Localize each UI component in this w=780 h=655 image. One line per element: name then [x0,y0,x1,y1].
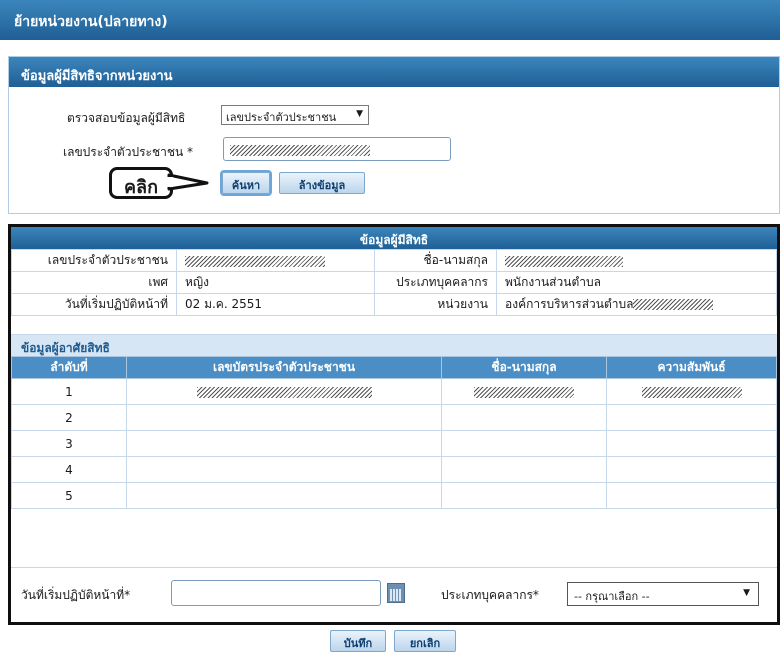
table-row: 3 [11,430,777,457]
unit-value: องค์การบริหารส่วนตำบล [496,293,777,316]
start-date-input[interactable] [171,580,381,606]
col-id: เลขบัตรประจำตัวประชาชน [126,356,442,379]
entitlement-info-table: เลขประจำตัวประชาชน ชื่อ-นามสกุล เพศ หญิง… [11,249,777,316]
callout-text: คลิก [124,177,158,198]
staff-type-value: -- กรุณาเลือก -- [574,590,650,603]
dependents-table: ลำดับที่ เลขบัตรประจำตัวประชาชน ชื่อ-นาม… [11,356,777,509]
citizen-id-input[interactable] [223,137,451,161]
start-key: วันที่เริ่มปฏิบัติหน้าที่ [11,293,177,316]
start-date-label: วันที่เริ่มปฏิบัติหน้าที่* [21,588,131,602]
row-number: 3 [11,430,127,457]
row-number: 4 [11,456,127,483]
id-label: เลขประจำตัวประชาชน * [63,145,194,159]
col-relation: ความสัมพันธ์ [606,356,777,379]
source-panel-heading: ข้อมูลผู้มีสิทธิจากหน่วยงาน [9,57,779,87]
col-name: ชื่อ-นามสกุล [441,356,607,379]
unit-key: หน่วยงาน [374,293,497,316]
save-button[interactable]: บันทึก [330,630,386,652]
check-type-value: เลขประจำตัวประชาชน [226,111,337,124]
type-value: พนักงานส่วนตำบล [496,271,777,294]
chevron-down-icon: ▼ [356,109,363,119]
unit-text: องค์การบริหารส่วนตำบล [505,297,634,311]
row-number: 1 [11,378,127,405]
start-value: 02 ม.ค. 2551 [176,293,375,316]
type-key: ประเภทบุคคลากร [374,271,497,294]
cancel-button[interactable]: ยกเลิก [394,630,456,652]
gender-key: เพศ [11,271,177,294]
table-row: 4 [11,456,777,483]
gender-value: หญิง [176,271,375,294]
table-row: 2 [11,404,777,431]
name-value [496,249,777,272]
staff-type-select[interactable]: -- กรุณาเลือก -- ▼ [567,582,759,606]
name-key: ชื่อ-นามสกุล [374,249,497,272]
table-row: 5 [11,482,777,509]
clear-button[interactable]: ล้างข้อมูล [279,172,365,194]
entitlement-panel: ข้อมูลผู้มีสิทธิ เลขประจำตัวประชาชน ชื่อ… [8,224,780,625]
source-panel: ข้อมูลผู้มีสิทธิจากหน่วยงาน ตรวจสอบข้อมู… [8,56,780,214]
dependents-heading: ข้อมูลผู้อาศัยสิทธิ [11,334,777,356]
page-title: ย้ายหน่วยงาน(ปลายทาง) [0,0,780,40]
row-number: 5 [11,482,127,509]
entitlement-heading: ข้อมูลผู้มีสิทธิ [11,227,777,249]
staff-type-label: ประเภทบุคคลากร* [441,588,539,602]
chevron-down-icon: ▼ [743,588,750,598]
callout-arrow-icon [167,173,209,191]
transfer-form-row: วันที่เริ่มปฏิบัติหน้าที่* ประเภทบุคคลาก… [11,567,777,619]
id-value [176,249,375,272]
check-label: ตรวจสอบข้อมูลผู้มีสิทธิ [67,111,186,125]
table-row: 1 [11,378,777,405]
search-button[interactable]: ค้นหา [222,172,270,194]
calendar-icon[interactable] [387,583,405,603]
redacted-value [230,145,370,156]
row-number: 2 [11,404,127,431]
id-key: เลขประจำตัวประชาชน [11,249,177,272]
col-order: ลำดับที่ [11,356,127,379]
check-type-select[interactable]: เลขประจำตัวประชาชน ▼ [221,105,369,125]
click-callout: คลิก [109,167,173,199]
